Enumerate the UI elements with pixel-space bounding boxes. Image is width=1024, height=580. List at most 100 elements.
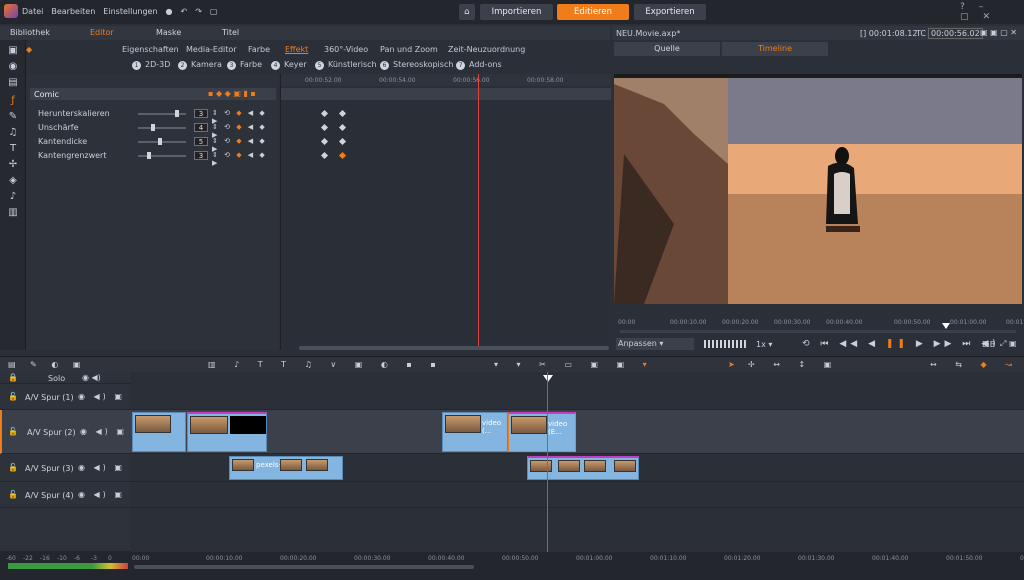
category-keyer[interactable]: 4 Keyer <box>271 60 307 70</box>
speed-dropdown[interactable]: 1x ▾ <box>756 340 772 349</box>
category-addons[interactable]: 7 Add-ons <box>456 60 502 70</box>
timecode-field[interactable]: 00:00:56.02 <box>928 28 983 39</box>
keyframe-playhead[interactable] <box>478 74 479 350</box>
category-stereoscopic[interactable]: 6 Stereoskopisch <box>380 60 453 70</box>
preview-ruler[interactable]: 00:00 00:00:10.00 00:00:20.00 00:00:30.0… <box>614 316 1023 333</box>
param-slider[interactable] <box>138 138 186 145</box>
category-artistic[interactable]: 5 Künstlerisch <box>315 60 377 70</box>
text-icon[interactable]: T <box>8 144 18 154</box>
param-value[interactable]: 3 <box>194 151 208 160</box>
subtab-time-remap[interactable]: Zeit-Neuzuordnung <box>448 45 525 54</box>
motion-icon[interactable]: ✢ <box>8 160 18 170</box>
tab-library[interactable]: Bibliothek <box>10 26 50 40</box>
subtab-color[interactable]: Farbe <box>248 45 270 54</box>
undo-icon[interactable]: ↶ <box>181 7 188 16</box>
track-icons[interactable]: ◉ ◀) ▣ <box>78 392 125 401</box>
subtab-properties[interactable]: Eigenschaften <box>122 45 179 54</box>
video-clip-selected[interactable]: video (E... <box>508 412 576 452</box>
track-icons[interactable]: ◉ ◀) ▣ <box>78 463 125 472</box>
param-slider-thumb[interactable] <box>146 152 151 159</box>
param-slider[interactable] <box>138 152 186 159</box>
preview-window-icons[interactable]: ▣ ▣ ▢ ✕ <box>980 28 1017 37</box>
music-icon[interactable]: ♫ <box>8 128 18 138</box>
param-slider[interactable] <box>138 124 186 131</box>
menu-edit[interactable]: Bearbeiten <box>51 7 95 16</box>
keyframe[interactable] <box>320 123 329 132</box>
edit-button[interactable]: Editieren <box>557 4 629 20</box>
export-button[interactable]: Exportieren <box>634 4 706 20</box>
transition-icon[interactable]: ▤ <box>8 78 18 88</box>
transport-buttons[interactable]: ⟲ ⏮ ◀◀ ◀ ❚❚ ▶ ▶▶ ⏭ ◀) <box>802 339 1000 349</box>
preview-playhead-icon[interactable] <box>942 323 950 329</box>
lock-icon[interactable]: 🔓 <box>8 463 18 472</box>
lock-icon[interactable]: 🔒 <box>8 373 18 382</box>
layers-icon[interactable]: ◈ <box>8 176 18 186</box>
track-lane[interactable] <box>130 482 1024 508</box>
keyframe[interactable] <box>320 109 329 118</box>
brush-icon[interactable]: ✎ <box>8 112 18 122</box>
video-clip[interactable] <box>132 412 186 452</box>
lock-icon[interactable]: 🔓 <box>8 392 18 401</box>
param-value[interactable]: 4 <box>194 123 208 132</box>
track-icons[interactable]: ◉ ◀) ▣ <box>78 490 125 499</box>
redo-icon[interactable]: ↷ <box>195 7 202 16</box>
category-color[interactable]: 3 Farbe <box>227 60 262 70</box>
param-value[interactable]: 3 <box>194 109 208 118</box>
tab-title[interactable]: Titel <box>222 26 239 40</box>
timeline-playhead[interactable] <box>547 372 548 556</box>
param-slider-thumb[interactable] <box>175 110 180 117</box>
keyframe[interactable] <box>338 123 347 132</box>
timeline-marker-tools[interactable]: ▾ ▾ ✂ ▭ ▣ ▣ ▾ <box>494 360 655 369</box>
shuttle-control[interactable] <box>704 340 748 348</box>
keyframe-selected[interactable] <box>338 151 347 160</box>
menu-settings[interactable]: Einstellungen <box>103 7 157 16</box>
subtab-360-video[interactable]: 360°-Video <box>324 45 368 54</box>
stack-icon[interactable]: ▥ <box>8 208 18 218</box>
mic-icon[interactable]: ♪ <box>8 192 18 202</box>
help-icon[interactable]: ● <box>166 7 173 16</box>
fx-icon[interactable]: ƒ <box>8 96 18 106</box>
param-slider[interactable] <box>138 110 186 117</box>
tab-mask[interactable]: Maske <box>156 26 181 40</box>
timeline-scrollbar[interactable] <box>134 565 474 569</box>
pointer-icon[interactable]: ➤ <box>728 360 735 369</box>
bib-button[interactable]: BiB <box>982 340 995 349</box>
track-lane[interactable] <box>130 384 1024 410</box>
tab-editor[interactable]: Editor <box>90 26 114 40</box>
subtab-media-editor[interactable]: Media-Editor <box>186 45 237 54</box>
track-icons[interactable]: ◉ ◀) ▣ <box>80 427 127 436</box>
window-controls[interactable]: ?–▢✕ <box>960 2 1024 22</box>
effect-header-icons[interactable]: ▪ ◆ ◆ ▣ ▮ ▪ <box>208 89 256 98</box>
keyframe[interactable] <box>320 137 329 146</box>
category-camera[interactable]: 2 Kamera <box>178 60 222 70</box>
param-keyframe-icons[interactable]: ⇕ ⟲ ◆ ◀ ◆ ▶ <box>212 151 278 167</box>
keyframe-scrollbar[interactable] <box>299 346 609 350</box>
lock-icon[interactable]: 🔓 <box>8 427 18 436</box>
preview-video[interactable] <box>614 74 1022 304</box>
timeline-left-tools[interactable]: ▤ ✎ ◐ ▣ <box>8 360 86 369</box>
preview-scrubber[interactable] <box>620 330 1016 333</box>
video-clip[interactable]: video (... <box>442 412 508 452</box>
fit-dropdown[interactable]: Anpassen ▾ <box>616 338 694 350</box>
subtab-effect[interactable]: Effekt <box>285 45 308 54</box>
keyframe[interactable] <box>338 109 347 118</box>
lock-icon[interactable]: 🔓 <box>8 490 18 499</box>
tab-timeline[interactable]: Timeline <box>722 42 828 56</box>
eye-icon[interactable]: ◉ ◀) <box>82 373 101 382</box>
keyframe[interactable] <box>338 137 347 146</box>
keyframe-ruler[interactable]: 00:00:52.00 00:00:54.00 00:00:56.00 00:0… <box>281 74 611 86</box>
category-2d3d[interactable]: 1 2D-3D <box>132 60 170 70</box>
timeline-ruler[interactable]: -60 -22 -16 -10 -6 -3 0 00:00 00:00:10.00 00:00:… <box>0 552 1024 580</box>
timeline-edit-tools[interactable]: ▥ ♪ T T ♫ ∨ ▣ ◐ ▪ ▪ <box>208 360 444 369</box>
tab-source[interactable]: Quelle <box>614 42 720 56</box>
video-clip[interactable]: pexels-... <box>229 456 343 480</box>
color-icon[interactable]: ◉ <box>8 62 18 72</box>
timeline-right-tools[interactable]: ↔ ⇆ ◆ ↝ <box>930 360 1020 369</box>
param-slider-thumb[interactable] <box>157 138 162 145</box>
fullscreen-icon[interactable]: ⤢ ▣ <box>1000 339 1017 349</box>
param-value[interactable]: 5 <box>194 137 208 146</box>
menu-file[interactable]: Datei <box>22 7 43 16</box>
save-icon[interactable]: ▢ <box>210 7 218 16</box>
media-icon[interactable]: ▣ <box>8 46 18 56</box>
import-button[interactable]: Importieren <box>480 4 553 20</box>
